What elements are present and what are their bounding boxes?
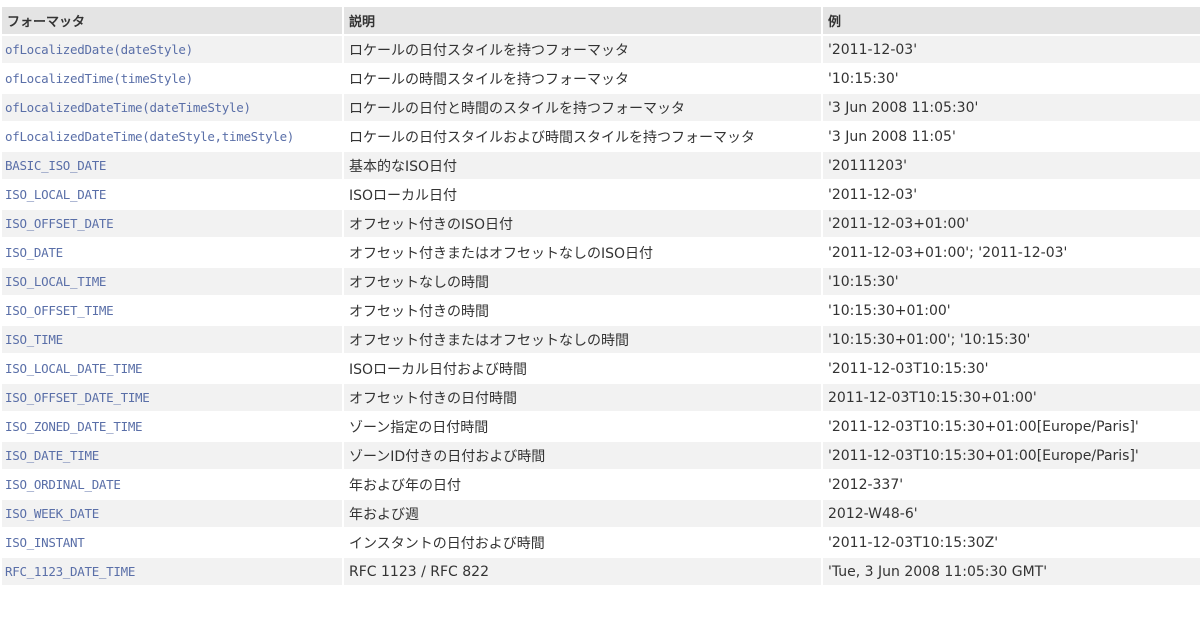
description-cell: RFC 1123 / RFC 822 — [344, 558, 821, 585]
description-cell: 基本的なISO日付 — [344, 152, 821, 179]
example-cell: '2011-12-03+01:00' — [823, 210, 1200, 237]
table-row: ofLocalizedDateTime(dateStyle,timeStyle)… — [2, 123, 1200, 150]
example-cell: 2012-W48-6' — [823, 500, 1200, 527]
table-row: ISO_LOCAL_TIME オフセットなしの時間 '10:15:30' — [2, 268, 1200, 295]
formatter-cell: ISO_DATE_TIME — [2, 442, 342, 469]
example-cell: '3 Jun 2008 11:05:30' — [823, 94, 1200, 121]
table-row: ISO_OFFSET_DATE オフセット付きのISO日付 '2011-12-0… — [2, 210, 1200, 237]
example-cell: '2011-12-03T10:15:30+01:00[Europe/Paris]… — [823, 413, 1200, 440]
table-row: ofLocalizedDate(dateStyle) ロケールの日付スタイルを持… — [2, 36, 1200, 63]
example-cell: '3 Jun 2008 11:05' — [823, 123, 1200, 150]
description-cell: インスタントの日付および時間 — [344, 529, 821, 556]
example-cell: 'Tue, 3 Jun 2008 11:05:30 GMT' — [823, 558, 1200, 585]
description-cell: ゾーン指定の日付時間 — [344, 413, 821, 440]
formatter-cell: ofLocalizedDateTime(dateTimeStyle) — [2, 94, 342, 121]
formatter-cell: ofLocalizedDateTime(dateStyle,timeStyle) — [2, 123, 342, 150]
formatter-cell: ISO_LOCAL_DATE_TIME — [2, 355, 342, 382]
table-row: ISO_DATE_TIME ゾーンID付きの日付および時間 '2011-12-0… — [2, 442, 1200, 469]
description-cell: 年および週 — [344, 500, 821, 527]
formatter-cell: ISO_ORDINAL_DATE — [2, 471, 342, 498]
formatter-table: フォーマッタ 説明 例 ofLocalizedDate(dateStyle) ロ… — [0, 5, 1200, 587]
table-row: ofLocalizedTime(timeStyle) ロケールの時間スタイルを持… — [2, 65, 1200, 92]
table-row: RFC_1123_DATE_TIME RFC 1123 / RFC 822 'T… — [2, 558, 1200, 585]
description-cell: 年および年の日付 — [344, 471, 821, 498]
description-cell: オフセット付きまたはオフセットなしの時間 — [344, 326, 821, 353]
formatter-cell: ISO_WEEK_DATE — [2, 500, 342, 527]
table-row: ISO_OFFSET_DATE_TIME オフセット付きの日付時間 2011-1… — [2, 384, 1200, 411]
description-cell: オフセット付きの日付時間 — [344, 384, 821, 411]
example-cell: '2011-12-03+01:00'; '2011-12-03' — [823, 239, 1200, 266]
formatter-cell: ISO_ZONED_DATE_TIME — [2, 413, 342, 440]
table-row: BASIC_ISO_DATE 基本的なISO日付 '20111203' — [2, 152, 1200, 179]
table-row: ISO_LOCAL_DATE ISOローカル日付 '2011-12-03' — [2, 181, 1200, 208]
example-cell: '2011-12-03T10:15:30' — [823, 355, 1200, 382]
formatter-cell: ISO_OFFSET_DATE — [2, 210, 342, 237]
description-cell: ロケールの日付スタイルを持つフォーマッタ — [344, 36, 821, 63]
description-cell: オフセット付きの時間 — [344, 297, 821, 324]
table-row: ISO_WEEK_DATE 年および週 2012-W48-6' — [2, 500, 1200, 527]
table-row: ISO_INSTANT インスタントの日付および時間 '2011-12-03T1… — [2, 529, 1200, 556]
header-example: 例 — [823, 7, 1200, 34]
formatter-cell: ISO_OFFSET_DATE_TIME — [2, 384, 342, 411]
example-cell: '2011-12-03' — [823, 36, 1200, 63]
table-row: ISO_OFFSET_TIME オフセット付きの時間 '10:15:30+01:… — [2, 297, 1200, 324]
table-row: ISO_ORDINAL_DATE 年および年の日付 '2012-337' — [2, 471, 1200, 498]
description-cell: オフセット付きのISO日付 — [344, 210, 821, 237]
page: フォーマッタ 説明 例 ofLocalizedDate(dateStyle) ロ… — [0, 0, 1200, 587]
example-cell: '20111203' — [823, 152, 1200, 179]
description-cell: ISOローカル日付 — [344, 181, 821, 208]
description-cell: ロケールの時間スタイルを持つフォーマッタ — [344, 65, 821, 92]
description-cell: オフセットなしの時間 — [344, 268, 821, 295]
description-cell: ISOローカル日付および時間 — [344, 355, 821, 382]
description-cell: ロケールの日付と時間のスタイルを持つフォーマッタ — [344, 94, 821, 121]
table-row: ISO_LOCAL_DATE_TIME ISOローカル日付および時間 '2011… — [2, 355, 1200, 382]
description-cell: オフセット付きまたはオフセットなしのISO日付 — [344, 239, 821, 266]
example-cell: '2011-12-03T10:15:30+01:00[Europe/Paris]… — [823, 442, 1200, 469]
formatter-cell: ofLocalizedDate(dateStyle) — [2, 36, 342, 63]
example-cell: '2011-12-03T10:15:30Z' — [823, 529, 1200, 556]
table-row: ofLocalizedDateTime(dateTimeStyle) ロケールの… — [2, 94, 1200, 121]
example-cell: 2011-12-03T10:15:30+01:00' — [823, 384, 1200, 411]
formatter-cell: ISO_LOCAL_TIME — [2, 268, 342, 295]
example-cell: '2012-337' — [823, 471, 1200, 498]
table-header-row: フォーマッタ 説明 例 — [2, 7, 1200, 34]
example-cell: '10:15:30+01:00'; '10:15:30' — [823, 326, 1200, 353]
description-cell: ゾーンID付きの日付および時間 — [344, 442, 821, 469]
example-cell: '2011-12-03' — [823, 181, 1200, 208]
table-row: ISO_TIME オフセット付きまたはオフセットなしの時間 '10:15:30+… — [2, 326, 1200, 353]
table-row: ISO_DATE オフセット付きまたはオフセットなしのISO日付 '2011-1… — [2, 239, 1200, 266]
example-cell: '10:15:30' — [823, 65, 1200, 92]
example-cell: '10:15:30+01:00' — [823, 297, 1200, 324]
table-row: ISO_ZONED_DATE_TIME ゾーン指定の日付時間 '2011-12-… — [2, 413, 1200, 440]
formatter-cell: ISO_LOCAL_DATE — [2, 181, 342, 208]
formatter-cell: ofLocalizedTime(timeStyle) — [2, 65, 342, 92]
header-formatter: フォーマッタ — [2, 7, 342, 34]
formatter-cell: RFC_1123_DATE_TIME — [2, 558, 342, 585]
description-cell: ロケールの日付スタイルおよび時間スタイルを持つフォーマッタ — [344, 123, 821, 150]
formatter-cell: ISO_TIME — [2, 326, 342, 353]
header-description: 説明 — [344, 7, 821, 34]
formatter-cell: ISO_OFFSET_TIME — [2, 297, 342, 324]
formatter-cell: ISO_INSTANT — [2, 529, 342, 556]
formatter-cell: ISO_DATE — [2, 239, 342, 266]
example-cell: '10:15:30' — [823, 268, 1200, 295]
formatter-cell: BASIC_ISO_DATE — [2, 152, 342, 179]
